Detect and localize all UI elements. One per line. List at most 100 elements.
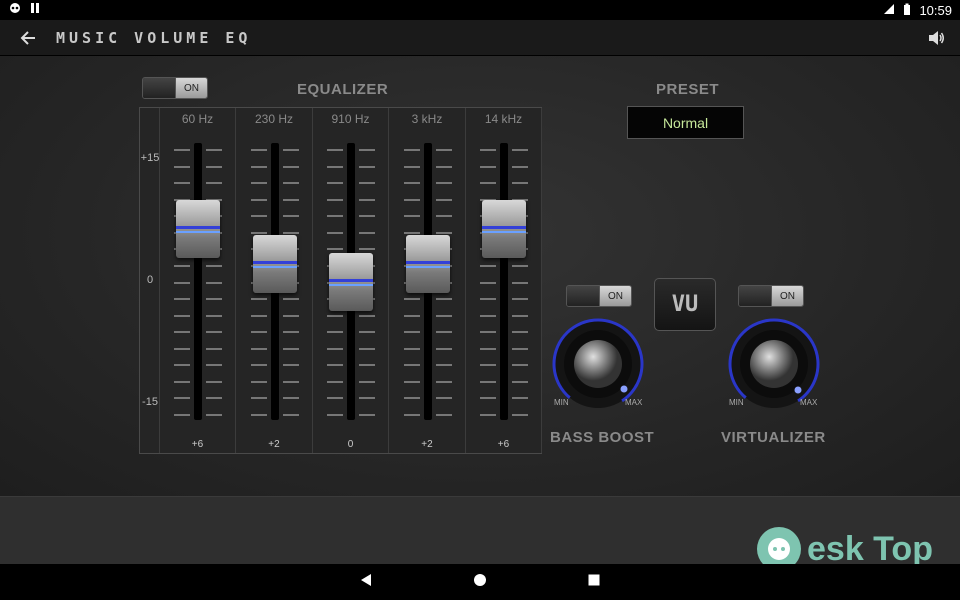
slider-tick <box>206 331 222 334</box>
slider-tick <box>327 215 343 218</box>
slider-tick <box>282 364 299 367</box>
nav-home-button[interactable] <box>473 573 487 592</box>
slider-tick <box>327 198 343 201</box>
battery-icon <box>903 3 911 18</box>
toggle-knob <box>143 78 176 98</box>
main-panel: ON EQUALIZER PRESET Normal +15 0 -15 60 … <box>0 56 960 496</box>
slider-tick <box>327 149 343 151</box>
nav-recents-button[interactable] <box>587 573 601 592</box>
slider-tick <box>174 364 190 367</box>
scale-top-label: +15 <box>140 152 160 164</box>
slider-tick <box>250 380 267 383</box>
slider-tick <box>174 165 190 168</box>
slider-tick <box>512 165 528 168</box>
arrow-left-icon <box>20 30 35 45</box>
slider-tick <box>512 264 528 267</box>
slider-tick <box>359 198 375 201</box>
slider-tick <box>327 248 343 251</box>
back-button[interactable] <box>0 20 56 56</box>
equalizer-heading: EQUALIZER <box>297 81 389 98</box>
preset-value: Normal <box>662 114 709 131</box>
slider-thumb[interactable] <box>482 199 526 258</box>
slider-tick <box>174 281 190 284</box>
slider-tick <box>435 149 452 151</box>
slider-thumb[interactable] <box>252 234 297 293</box>
virtualizer-max-label: MAX <box>800 398 818 407</box>
virtualizer-min-label: MIN <box>729 398 744 407</box>
slider-tick <box>480 281 496 284</box>
preset-selector[interactable]: Normal <box>627 106 744 139</box>
slider-tick <box>480 264 496 267</box>
slider-tick <box>512 364 528 367</box>
bass-boost-label: BASS BOOST <box>550 429 655 446</box>
slider-tick <box>282 347 299 350</box>
slider-tick <box>435 414 452 416</box>
slider-tick <box>403 198 420 201</box>
speaker-icon <box>929 30 944 45</box>
toggle-knob <box>567 286 600 306</box>
slider-tick <box>435 364 452 367</box>
status-bar: 10:59 <box>0 0 960 20</box>
eq-band: 14 kHz +6 <box>466 108 542 453</box>
sim-icon <box>30 1 40 19</box>
slider-tick <box>435 215 452 218</box>
slider-tick <box>206 414 222 416</box>
slider-thumb[interactable] <box>176 199 220 258</box>
slider-tick <box>512 314 528 317</box>
slider-tick <box>206 364 222 367</box>
slider-tick <box>480 165 496 168</box>
slider-tick <box>282 314 299 317</box>
triangle-back-icon <box>361 573 371 586</box>
slider-tick <box>174 264 190 267</box>
slider-tick <box>403 165 420 168</box>
toggle-label: ON <box>772 286 803 306</box>
slider-tick <box>435 182 452 185</box>
band-value-label: +2 <box>268 439 280 450</box>
band-value-label: 0 <box>347 439 354 450</box>
slider-tick <box>512 331 528 334</box>
slider-tick <box>174 314 190 317</box>
slider-tick <box>359 364 375 367</box>
slider-track[interactable] <box>194 143 202 420</box>
band-value-label: +6 <box>497 439 510 450</box>
slider-tick <box>435 298 452 301</box>
slider-tick <box>480 380 496 383</box>
slider-tick <box>327 347 343 350</box>
slider-tick <box>359 380 375 383</box>
slider-tick <box>250 149 267 151</box>
equalizer-toggle[interactable]: ON <box>142 77 208 99</box>
nav-back-button[interactable] <box>359 573 373 592</box>
slider-tick <box>359 331 375 334</box>
slider-tick <box>327 414 343 416</box>
slider-tick <box>435 314 452 317</box>
signal-icon <box>883 3 895 18</box>
slider-tick <box>435 331 452 334</box>
slider-tick <box>480 331 496 334</box>
slider-tick <box>403 215 420 218</box>
slider-tick <box>327 331 343 334</box>
system-nav-bar <box>0 564 960 600</box>
eq-band: 910 Hz 0 <box>313 108 389 453</box>
slider-tick <box>174 397 190 400</box>
virtualizer-toggle[interactable]: ON <box>738 285 804 307</box>
slider-tick <box>403 182 420 185</box>
volume-button[interactable] <box>912 20 960 56</box>
app-notification-icon <box>8 1 22 19</box>
slider-tick <box>282 331 299 334</box>
virtualizer-label: VIRTUALIZER <box>721 429 826 446</box>
slider-tick <box>359 182 375 185</box>
slider-tick <box>512 149 528 151</box>
vu-button[interactable]: VU <box>654 278 716 331</box>
clock: 10:59 <box>919 2 952 18</box>
slider-tick <box>282 198 299 201</box>
slider-tick <box>250 331 267 334</box>
slider-tick <box>403 314 420 317</box>
slider-tick <box>250 347 267 350</box>
slider-thumb[interactable] <box>405 234 450 293</box>
scale-mid-label: 0 <box>146 274 154 286</box>
slider-track[interactable] <box>500 143 508 420</box>
slider-thumb[interactable] <box>329 252 373 311</box>
slider-tick <box>403 414 420 416</box>
slider-tick <box>359 215 375 218</box>
bass-boost-toggle[interactable]: ON <box>566 285 632 307</box>
